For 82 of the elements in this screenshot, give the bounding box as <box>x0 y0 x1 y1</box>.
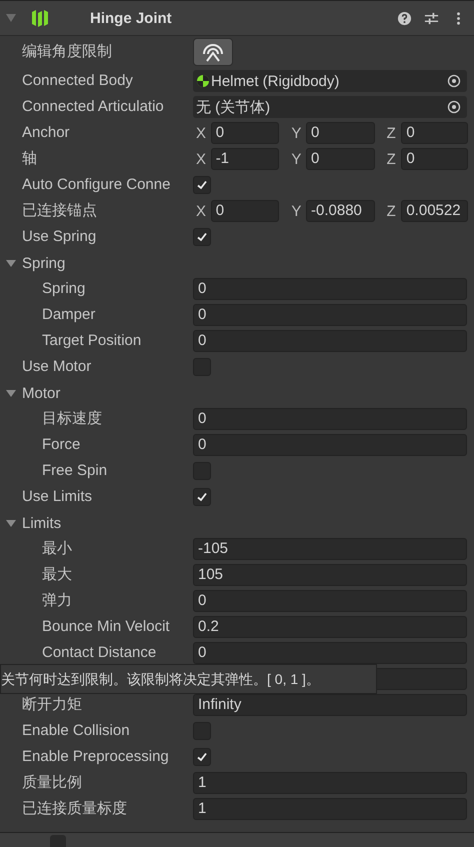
property-label: Spring <box>41 280 86 298</box>
number-field[interactable]: 0 <box>193 330 467 352</box>
checkbox[interactable] <box>193 748 211 766</box>
property-label: Damper <box>41 306 96 324</box>
angle-limit-icon <box>200 42 226 62</box>
property-label: Connected Body <box>21 72 134 90</box>
number-field[interactable]: 0 <box>193 434 467 456</box>
checkmark-icon <box>196 179 208 191</box>
number-field[interactable]: -0.0880 <box>306 200 375 222</box>
number-field[interactable]: 105 <box>193 564 467 586</box>
number-field[interactable]: -1 <box>210 148 280 170</box>
property-label: 轴 <box>21 150 38 168</box>
checkbox[interactable] <box>193 228 211 246</box>
property-label: Force <box>41 436 82 454</box>
property-label: 已连接锚点 <box>21 202 98 220</box>
foldout-label[interactable]: Spring <box>22 254 66 272</box>
object-picker-icon[interactable] <box>447 100 461 114</box>
tooltip: 关节何时达到限制。该限制将决定其弹性。[ 0, 1 ]。 <box>0 664 377 694</box>
number-field[interactable]: 0.00522 <box>401 200 468 222</box>
number-field[interactable]: 0 <box>193 590 467 612</box>
property-label: Use Motor <box>21 358 92 376</box>
axis-label: Z <box>386 202 397 220</box>
number-field[interactable]: 0 <box>401 122 468 144</box>
number-field[interactable]: 0 <box>193 304 467 326</box>
object-field[interactable]: 无 (关节体) <box>193 96 467 118</box>
number-field[interactable]: 0 <box>193 408 467 430</box>
number-field[interactable]: 0 <box>306 122 375 144</box>
object-picker-icon[interactable] <box>447 74 461 88</box>
axis-label: Y <box>290 124 302 142</box>
number-field[interactable]: Infinity <box>193 694 467 716</box>
number-field[interactable]: 0 <box>193 278 467 300</box>
axis-label: X <box>195 202 208 220</box>
foldout-arrow-icon[interactable] <box>6 388 16 398</box>
property-label: Bounce Min Velocit <box>41 618 171 636</box>
component-title: Hinge Joint <box>90 10 172 26</box>
property-label: Connected Articulatio <box>21 98 165 116</box>
number-field[interactable]: 0 <box>193 642 467 664</box>
property-label: 目标速度 <box>41 410 103 428</box>
checkmark-icon <box>196 231 208 243</box>
number-field[interactable]: 0.2 <box>193 616 467 638</box>
number-field[interactable]: 0 <box>401 148 468 170</box>
axis-label: Y <box>290 202 302 220</box>
hinge-icon <box>30 8 50 28</box>
number-field[interactable]: 1 <box>193 798 467 820</box>
property-label: Anchor <box>21 124 71 142</box>
foldout-arrow-icon[interactable] <box>6 518 16 528</box>
property-label: Free Spin <box>41 462 108 480</box>
axis-label: Z <box>386 150 397 168</box>
number-field[interactable]: 0 <box>210 122 280 144</box>
checkmark-icon <box>196 751 208 763</box>
property-label: 质量比例 <box>21 774 83 792</box>
property-label: Auto Configure Conne <box>21 176 172 194</box>
property-label: Enable Collision <box>21 722 131 740</box>
property-label: 断开力矩 <box>21 696 83 714</box>
foldout-label[interactable]: Limits <box>22 514 62 532</box>
axis-label: X <box>195 150 208 168</box>
property-label: Target Position <box>41 332 142 350</box>
property-label: 最小 <box>41 540 73 558</box>
axis-label: Z <box>386 124 397 142</box>
checkmark-icon <box>196 491 208 503</box>
number-field[interactable]: 0 <box>306 148 375 170</box>
number-field[interactable]: -105 <box>193 538 467 560</box>
checkbox[interactable] <box>193 176 211 194</box>
help-icon[interactable] <box>397 10 412 26</box>
property-label: 弹力 <box>41 592 73 610</box>
property-label: 最大 <box>41 566 73 584</box>
object-field[interactable]: Helmet (Rigidbody) <box>193 70 467 92</box>
property-label: Enable Preprocessing <box>21 748 170 766</box>
edit-angle-button[interactable] <box>193 38 233 66</box>
property-label: Contact Distance <box>41 644 158 662</box>
sliders-icon[interactable] <box>424 10 439 26</box>
property-label: Use Spring <box>21 228 98 246</box>
axis-label: Y <box>290 150 302 168</box>
checkbox[interactable] <box>193 488 211 506</box>
number-field[interactable]: 0 <box>210 200 280 222</box>
foldout-arrow-icon[interactable] <box>6 258 16 268</box>
property-label: 已连接质量标度 <box>21 800 128 818</box>
number-field[interactable]: 1 <box>193 772 467 794</box>
property-label: 编辑角度限制 <box>21 43 113 61</box>
property-label: Use Limits <box>21 488 94 506</box>
axis-label: X <box>195 124 208 142</box>
foldout-label[interactable]: Motor <box>22 384 60 402</box>
